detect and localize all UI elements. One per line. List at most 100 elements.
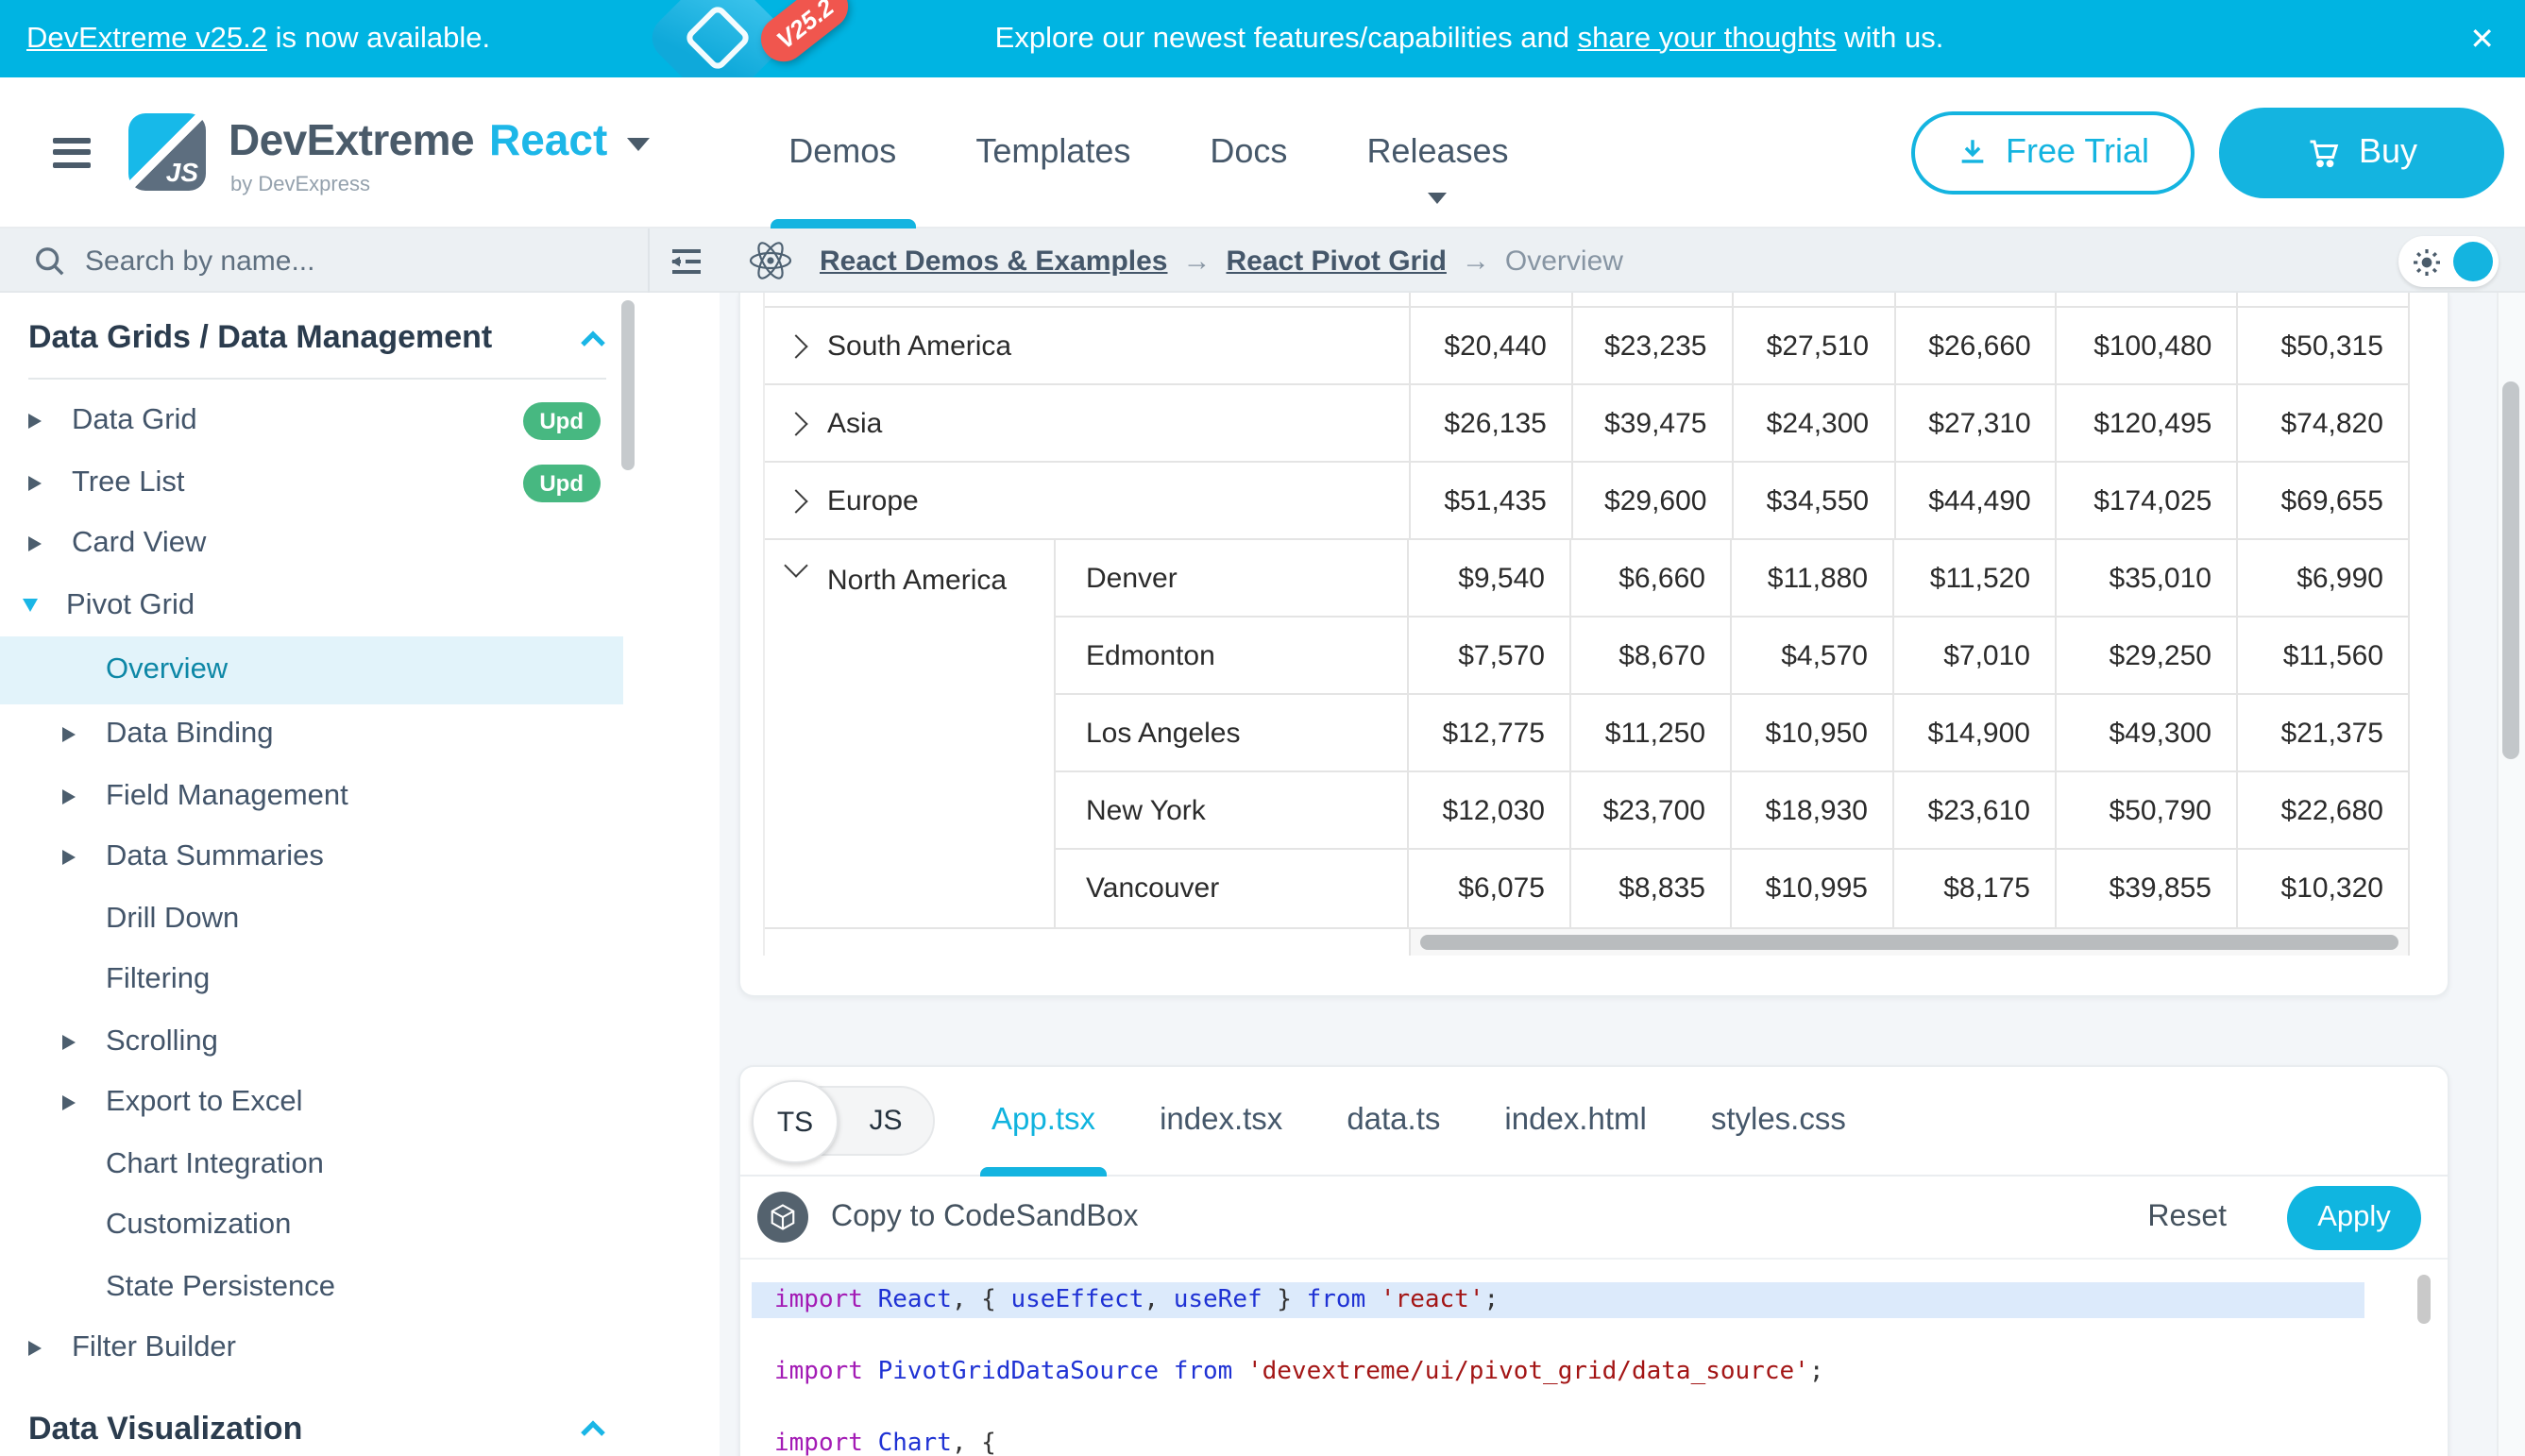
cell: $7,570 — [1407, 618, 1569, 693]
sidebar-item-filtering[interactable]: Filtering — [28, 950, 720, 1011]
sidebar-item-overview[interactable]: Overview — [0, 636, 623, 704]
collapse-arrow-icon[interactable] — [23, 600, 42, 613]
expand-arrow-icon[interactable] — [62, 851, 81, 866]
chevron-up-icon[interactable] — [580, 330, 606, 347]
buy-button[interactable]: Buy — [2219, 107, 2504, 197]
download-icon — [1957, 136, 1989, 168]
devextreme-js-logo[interactable]: JS — [128, 113, 206, 191]
page-scrollbar-thumb[interactable] — [2502, 381, 2519, 759]
close-icon[interactable]: ✕ — [2469, 0, 2495, 77]
chevron-up-icon[interactable] — [580, 1420, 606, 1437]
cell: $120,495 — [2056, 385, 2237, 461]
sidebar-item-state-persistence[interactable]: State Persistence — [28, 1257, 720, 1318]
platform-name: React — [489, 115, 607, 166]
expand-row-icon[interactable] — [784, 333, 807, 357]
free-trial-button[interactable]: Free Trial — [1911, 110, 2195, 194]
sidebar-item-customization[interactable]: Customization — [28, 1195, 720, 1257]
reset-button[interactable]: Reset — [2147, 1200, 2227, 1234]
section-title: Data Visualization — [28, 1410, 302, 1448]
expand-arrow-icon[interactable] — [28, 537, 47, 552]
copy-to-codesandbox-button[interactable]: Copy to CodeSandBox — [831, 1200, 1139, 1234]
cell: $8,835 — [1569, 850, 1730, 927]
share-thoughts-link[interactable]: share your thoughts — [1578, 22, 1837, 54]
cell: $74,820 — [2236, 385, 2408, 461]
lang-ts-option[interactable]: TS — [752, 1080, 839, 1163]
tab-data-ts[interactable]: data.ts — [1347, 1066, 1440, 1176]
expand-arrow-icon[interactable] — [62, 789, 81, 804]
sidebar-item-data-summaries[interactable]: Data Summaries — [28, 827, 720, 889]
city-label: Vancouver — [1056, 850, 1407, 927]
pivot-row-asia: Asia $26,135 $39,475 $24,300 $27,310 $12… — [765, 385, 2408, 463]
sidebar-item-data-grid[interactable]: Data Grid Upd — [28, 391, 720, 452]
sidebar-item-filter-builder[interactable]: Filter Builder — [28, 1318, 720, 1380]
expand-row-icon[interactable] — [784, 488, 807, 512]
cell: $35,010 — [2055, 540, 2236, 616]
hamburger-menu-icon[interactable] — [53, 130, 91, 174]
nav-releases[interactable]: Releases — [1363, 76, 1512, 228]
code-line-1: import React, { useEffect, useRef } from… — [752, 1282, 2364, 1318]
pivot-row-denver: Denver $9,540 $6,660 $11,880 $11,520 $35… — [1056, 540, 2408, 618]
sidebar-item-export-to-excel[interactable]: Export to Excel — [28, 1073, 720, 1134]
cell: $23,235 — [1571, 308, 1732, 383]
collapse-row-icon[interactable] — [784, 553, 807, 577]
sidebar-item-drill-down[interactable]: Drill Down — [28, 889, 720, 950]
sidebar-item-chart-integration[interactable]: Chart Integration — [28, 1134, 720, 1195]
code-scrollbar-thumb[interactable] — [2417, 1275, 2431, 1324]
expand-arrow-icon[interactable] — [28, 476, 47, 491]
pivot-row-europe: Europe $51,435 $29,600 $34,550 $44,490 $… — [765, 463, 2408, 540]
cell: $8,175 — [1892, 850, 2055, 927]
banner-release-link[interactable]: DevExtreme v25.2 — [26, 22, 267, 54]
nav-docs[interactable]: Docs — [1206, 76, 1291, 228]
codesandbox-icon[interactable] — [757, 1192, 808, 1243]
cell: $49,300 — [2055, 695, 2236, 770]
city-label: Los Angeles — [1056, 695, 1407, 770]
item-label: Overview — [106, 653, 228, 687]
cell: $11,250 — [1569, 695, 1730, 770]
expand-arrow-icon[interactable] — [62, 1035, 81, 1050]
sidebar-scrollbar[interactable] — [621, 300, 635, 470]
cell: $23,610 — [1892, 772, 2055, 848]
sidebar-item-scrolling[interactable]: Scrolling — [28, 1011, 720, 1073]
main-nav: Demos Templates Docs Releases — [785, 76, 1512, 228]
collapse-sidebar-icon[interactable] — [650, 246, 721, 275]
search-input[interactable]: Search by name... — [0, 245, 648, 277]
expand-arrow-icon[interactable] — [28, 1342, 47, 1357]
theme-toggle[interactable] — [2398, 236, 2499, 287]
banner-release-text: DevExtreme v25.2 is now available. — [26, 22, 490, 56]
cell: $10,950 — [1730, 695, 1892, 770]
sidebar-item-data-binding[interactable]: Data Binding — [28, 704, 720, 766]
tab-index-html[interactable]: index.html — [1504, 1066, 1646, 1176]
nav-demos[interactable]: Demos — [785, 76, 900, 228]
tab-app-tsx[interactable]: App.tsx — [991, 1066, 1095, 1176]
tab-index-tsx[interactable]: index.tsx — [1160, 1066, 1282, 1176]
horizontal-scrollbar[interactable] — [1411, 929, 2408, 956]
apply-button[interactable]: Apply — [2287, 1185, 2421, 1249]
expand-arrow-icon[interactable] — [62, 1096, 81, 1111]
cell: $50,315 — [2236, 308, 2408, 383]
tab-label: App.tsx — [991, 1103, 1095, 1139]
breadcrumb-demos-link[interactable]: React Demos & Examples — [820, 245, 1168, 277]
section-data-grids[interactable]: Data Grids / Data Management — [28, 319, 606, 357]
sidebar-item-tree-list[interactable]: Tree List Upd — [28, 452, 720, 514]
brand-block[interactable]: DevExtreme React by DevExpress — [229, 115, 649, 189]
expand-row-icon[interactable] — [784, 411, 807, 434]
expand-arrow-icon[interactable] — [28, 415, 47, 430]
horizontal-scrollbar-thumb[interactable] — [1420, 935, 2398, 950]
sidebar-item-field-management[interactable]: Field Management — [28, 766, 720, 827]
nav-templates[interactable]: Templates — [972, 76, 1134, 228]
region-label: North America — [827, 565, 1007, 597]
section-data-visualization[interactable]: Data Visualization — [28, 1410, 606, 1448]
lang-js-option[interactable]: JS — [839, 1088, 933, 1154]
banner-release-rest: is now available. — [267, 22, 490, 54]
chevron-down-icon[interactable] — [626, 138, 649, 151]
tab-label: styles.css — [1711, 1103, 1846, 1139]
row-label: South America — [827, 330, 1011, 362]
sidebar-item-pivot-grid[interactable]: Pivot Grid — [28, 575, 720, 636]
pivot-hscroll-area — [765, 929, 2408, 956]
sidebar-item-card-view[interactable]: Card View — [28, 514, 720, 575]
breadcrumb-pivotgrid-link[interactable]: React Pivot Grid — [1227, 245, 1447, 277]
expand-arrow-icon[interactable] — [62, 728, 81, 743]
tab-styles-css[interactable]: styles.css — [1711, 1066, 1846, 1176]
page-scrollbar[interactable] — [2497, 293, 2525, 1456]
language-toggle[interactable]: TS JS — [754, 1086, 935, 1156]
